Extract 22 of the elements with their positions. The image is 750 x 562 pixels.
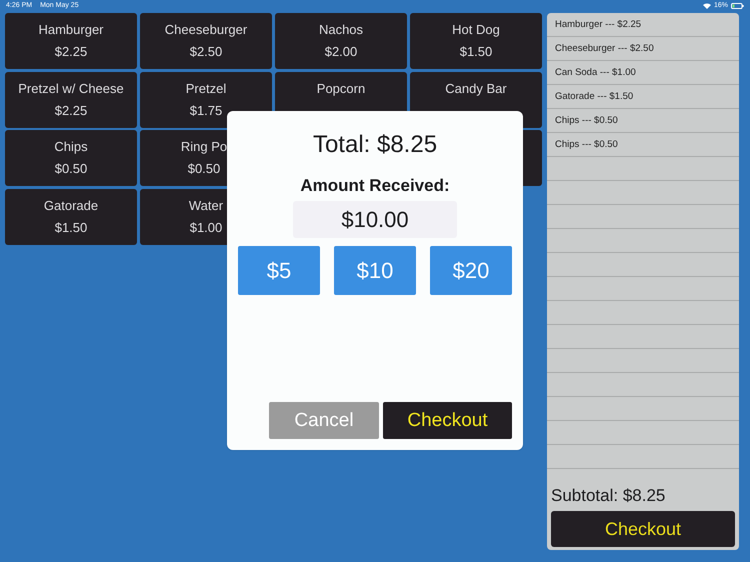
checkout-button[interactable]: Checkout — [383, 402, 512, 439]
battery-icon — [731, 2, 744, 8]
order-line[interactable]: Cheeseburger --- $2.50 — [555, 43, 654, 54]
menu-item-button[interactable]: Nachos $2.00 — [275, 13, 407, 69]
amount-field[interactable]: $10.00 — [293, 201, 457, 238]
menu-item-button[interactable]: Pretzel w/ Cheese $2.25 — [5, 72, 137, 128]
order-line[interactable]: Hamburger --- $2.25 — [555, 19, 642, 30]
menu-item-button[interactable]: Pretzel $1.75 — [140, 72, 272, 128]
menu-item-button[interactable]: Gatorade $1.50 — [5, 188, 137, 244]
wifi-icon — [702, 2, 711, 8]
order-line[interactable]: Chips --- $0.50 — [555, 115, 618, 126]
order-line[interactable]: Chips --- $0.50 — [555, 139, 618, 150]
order-line[interactable]: Can Soda --- $1.00 — [555, 67, 636, 78]
total-label: Total: $8.25 — [312, 131, 438, 159]
order-line[interactable]: Gatorade --- $1.50 — [555, 91, 634, 102]
subtotal-label: Subtotal: $8.25 — [551, 486, 666, 506]
menu-item-button[interactable]: Cheeseburger $2.50 — [140, 13, 272, 69]
amount-received-label: Amount Received: — [300, 176, 450, 196]
menu-item-button[interactable]: Hamburger $2.25 — [5, 13, 137, 69]
menu-item-button[interactable]: Hot Dog $1.50 — [410, 13, 542, 69]
checkout-button[interactable]: Checkout — [551, 511, 735, 547]
menu-item-button[interactable]: Chips $0.50 — [5, 130, 137, 186]
